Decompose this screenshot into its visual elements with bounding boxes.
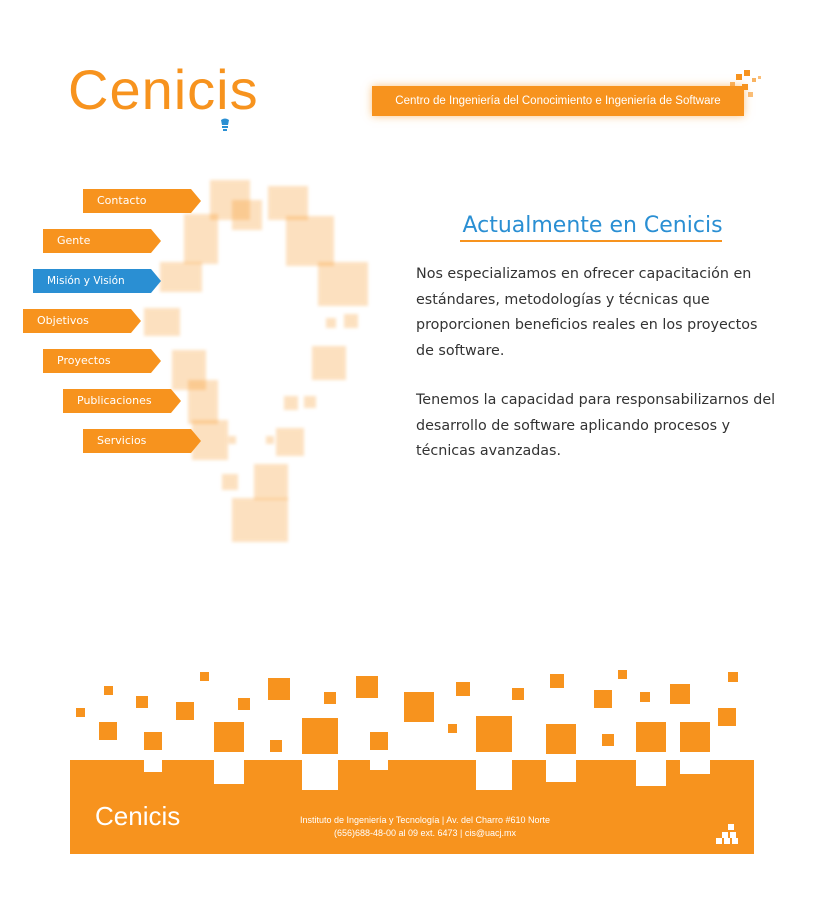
- footer-logo[interactable]: Cenicis: [95, 800, 180, 832]
- lightbulb-icon: [221, 118, 229, 131]
- nav-item-publicaciones[interactable]: Publicaciones: [63, 389, 181, 413]
- nav-item-servicios[interactable]: Servicios: [83, 429, 201, 453]
- footer-phone-email: (656)688-48-00 al 09 ext. 6473 | cis@uac…: [333, 828, 517, 838]
- capability-paragraph: Tenemos la capacidad para responsabiliza…: [416, 392, 776, 459]
- nav-item-mision-vision[interactable]: Misión y Visión: [33, 269, 161, 293]
- site-logo[interactable]: Cenicis: [68, 58, 259, 122]
- intro-paragraph: Nos especializamos en ofrecer capacitaci…: [416, 266, 758, 359]
- nav-item-objetivos[interactable]: Objetivos: [23, 309, 141, 333]
- footer-contact-info: Instituto de Ingeniería y Tecnología | A…: [270, 814, 580, 840]
- tagline-banner: Centro de Ingeniería del Conocimiento e …: [372, 86, 744, 116]
- nav-item-proyectos[interactable]: Proyectos: [43, 349, 161, 373]
- title-underline: [460, 240, 722, 242]
- page-title: Actualmente en Cenicis: [462, 213, 723, 238]
- nav-item-contacto[interactable]: Contacto: [83, 189, 201, 213]
- nav-item-gente[interactable]: Gente: [43, 229, 161, 253]
- footer-address: Instituto de Ingeniería y Tecnología | A…: [300, 815, 550, 825]
